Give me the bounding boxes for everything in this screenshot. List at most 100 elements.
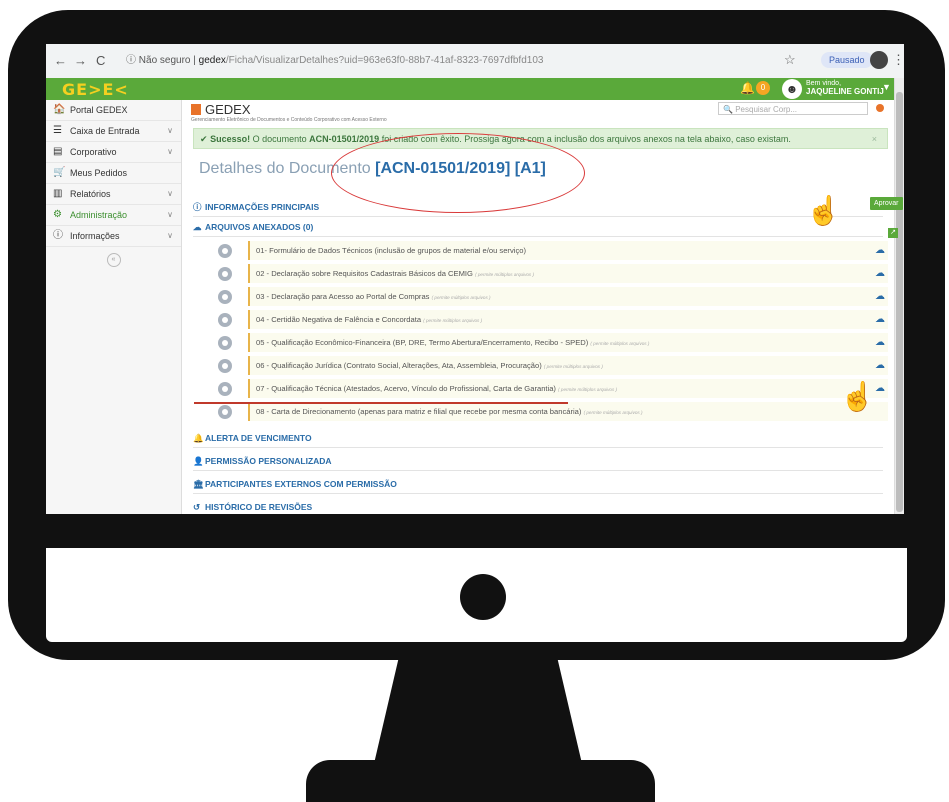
paused-badge[interactable]: Pausado	[821, 52, 873, 68]
expand-icon[interactable]: ↗	[888, 228, 898, 238]
sidebar-item-label: Caixa de Entrada	[70, 126, 140, 136]
status-circle-icon	[218, 313, 232, 327]
close-icon[interactable]: ×	[872, 129, 877, 148]
info-circle-icon: ⓘ	[193, 202, 202, 212]
file-row: 06 - Qualificação Jurídica (Contrato Soc…	[218, 356, 888, 376]
file-row: 08 - Carta de Direcionamento (apenas par…	[218, 402, 888, 422]
cloud-upload-icon[interactable]: ☁	[875, 314, 885, 325]
section-label: INFORMAÇÕES PRINCIPAIS	[205, 202, 320, 212]
user-avatar[interactable]: ☻	[782, 79, 802, 99]
file-label: 06 - Qualificação Jurídica (Contrato Soc…	[248, 356, 888, 375]
profile-avatar[interactable]	[870, 51, 888, 69]
chevron-down-icon: ∨	[167, 189, 173, 198]
chevron-down-icon: ∨	[167, 231, 173, 240]
url-host: gedex	[198, 55, 226, 66]
section-label: HISTÓRICO DE REVISÕES	[205, 502, 313, 512]
status-dot-icon[interactable]	[876, 104, 884, 112]
file-label: 05 - Qualificação Econômico-Financeira (…	[248, 333, 888, 352]
app-header: GE>E< 🔔 0 ☻ Bem vindo, JAQUELINE GONTIJ …	[46, 78, 904, 100]
sidebar-item-label: Informações	[70, 231, 120, 241]
forward-arrow-icon[interactable]: →	[74, 53, 87, 68]
scrollbar-thumb[interactable]	[896, 92, 903, 512]
bank-icon: 🏛	[193, 479, 204, 489]
file-label: 07 - Qualificação Técnica (Atestados, Ac…	[248, 379, 888, 398]
status-circle-icon	[218, 405, 232, 419]
cloud-upload-icon[interactable]: ☁	[875, 337, 885, 348]
search-input[interactable]: 🔍 Pesquisar Corp...	[718, 102, 868, 115]
home-icon: 🏠	[53, 104, 66, 115]
file-row: 07 - Qualificação Técnica (Atestados, Ac…	[218, 379, 888, 399]
gear-icon: ⚙	[53, 209, 62, 220]
sidebar-item-label: Portal GEDEX	[70, 105, 128, 115]
url-separator: |	[193, 55, 196, 66]
file-hint: ( permite múltiplos arquivos )	[431, 295, 491, 300]
monitor-stand-base	[306, 760, 655, 802]
sidebar-item-corporativo[interactable]: ▤ Corporativo ∨	[46, 142, 181, 163]
sidebar-item-informacoes[interactable]: ⓘ Informações ∨	[46, 226, 181, 247]
menu-kebab-icon[interactable]: ⋮	[892, 52, 904, 68]
section-arquivos-anexados[interactable]: ☁ ARQUIVOS ANEXADOS (0)	[193, 218, 883, 237]
sidebar-collapse-icon[interactable]: «	[106, 253, 121, 267]
cart-icon: 🛒	[53, 167, 66, 178]
section-permissao-personalizada[interactable]: 👤PERMISSÃO PERSONALIZADA	[193, 452, 883, 471]
bell-icon[interactable]: 🔔	[740, 81, 755, 95]
file-name: 06 - Qualificação Jurídica (Contrato Soc…	[256, 361, 542, 370]
section-historico-de-revisoes[interactable]: ↺ HISTÓRICO DE REVISÕES	[193, 498, 883, 514]
sidebar-item-meus-pedidos[interactable]: 🛒 Meus Pedidos	[46, 163, 181, 184]
cloud-upload-icon[interactable]: ☁	[875, 291, 885, 302]
notification-badge[interactable]: 0	[756, 81, 770, 95]
sidebar: 🏠 Portal GEDEX ☰ Caixa de Entrada ∨ ▤ Corpor…	[46, 100, 182, 514]
file-row: 05 - Qualificação Econômico-Financeira (…	[218, 333, 888, 353]
check-circle-icon: ✔	[200, 134, 208, 144]
sidebar-item-administracao[interactable]: ⚙ Administração ∨	[46, 205, 181, 226]
file-row: 02 - Declaração sobre Requisitos Cadastr…	[218, 264, 888, 284]
highlight-underline	[194, 402, 568, 404]
status-circle-icon	[218, 336, 232, 350]
file-name: 08 - Carta de Direcionamento (apenas par…	[256, 407, 582, 416]
sidebar-item-caixa-de-entrada[interactable]: ☰ Caixa de Entrada ∨	[46, 121, 181, 142]
bookmark-star-icon[interactable]: ☆	[784, 52, 796, 68]
cloud-icon: ☁	[193, 222, 202, 232]
file-hint: ( permite múltiplos arquivos )	[583, 410, 643, 415]
alert-doc: ACN-01501/2019	[309, 134, 380, 144]
file-label: 02 - Declaração sobre Requisitos Cadastr…	[248, 264, 888, 283]
cloud-upload-icon[interactable]: ☁	[875, 383, 885, 394]
bell-icon: 🔔	[193, 433, 204, 443]
cloud-upload-icon[interactable]: ☁	[875, 245, 885, 256]
welcome-block[interactable]: Bem vindo, JAQUELINE GONTIJ	[806, 80, 884, 96]
app-title: GEDEX	[191, 102, 251, 117]
file-name: 01- Formulário de Dados Técnicos (inclus…	[256, 246, 526, 255]
back-arrow-icon[interactable]: ←	[54, 53, 67, 68]
chevron-down-icon: ∨	[167, 210, 173, 219]
user-menu-caret-icon[interactable]: ▼	[882, 82, 891, 92]
section-alerta-de-vencimento[interactable]: 🔔ALERTA DE VENCIMENTO	[193, 429, 883, 448]
section-label: ALERTA DE VENCIMENTO	[205, 433, 312, 443]
section-participantes-externos[interactable]: 🏛PARTICIPANTES EXTERNOS COM PERMISSÃO	[193, 475, 883, 494]
sidebar-item-portal-gedex[interactable]: 🏠 Portal GEDEX	[46, 100, 181, 121]
aprovar-button[interactable]: Aprovar	[870, 197, 903, 210]
cloud-upload-icon[interactable]: ☁	[875, 360, 885, 371]
file-name: 05 - Qualificação Econômico-Financeira (…	[256, 338, 589, 347]
section-label: PARTICIPANTES EXTERNOS COM PERMISSÃO	[205, 479, 397, 489]
status-circle-icon	[218, 382, 232, 396]
monitor-power-button	[460, 574, 506, 620]
sidebar-item-label: Meus Pedidos	[70, 168, 128, 178]
reload-icon[interactable]: C	[96, 53, 105, 68]
file-label: 08 - Carta de Direcionamento (apenas par…	[248, 402, 888, 421]
cloud-upload-icon[interactable]: ☁	[875, 268, 885, 279]
sidebar-item-relatorios[interactable]: ▥ Relatórios ∨	[46, 184, 181, 205]
file-name: 04 - Certidão Negativa de Falência e Con…	[256, 315, 422, 324]
file-label: 03 - Declaração para Acesso ao Portal de…	[248, 287, 888, 306]
user-lock-icon: 👤	[193, 456, 204, 466]
file-row: 04 - Certidão Negativa de Falência e Con…	[218, 310, 888, 330]
info-circle-icon: ⓘ	[53, 230, 63, 241]
file-name: 03 - Declaração para Acesso ao Portal de…	[256, 292, 430, 301]
section-label: PERMISSÃO PERSONALIZADA	[205, 456, 332, 466]
sidebar-item-label: Corporativo	[70, 147, 117, 157]
address-bar[interactable]: ⓘ Não seguro | gedex/Ficha/VisualizarDet…	[126, 51, 766, 71]
browser-toolbar: ← → C ⓘ Não seguro | gedex/Ficha/Visuali…	[46, 44, 904, 79]
history-icon: ↺	[193, 502, 201, 512]
gedex-logo[interactable]: GE>E<	[62, 80, 129, 99]
security-label: Não seguro	[138, 55, 191, 66]
chevron-down-icon: ∨	[167, 147, 173, 156]
